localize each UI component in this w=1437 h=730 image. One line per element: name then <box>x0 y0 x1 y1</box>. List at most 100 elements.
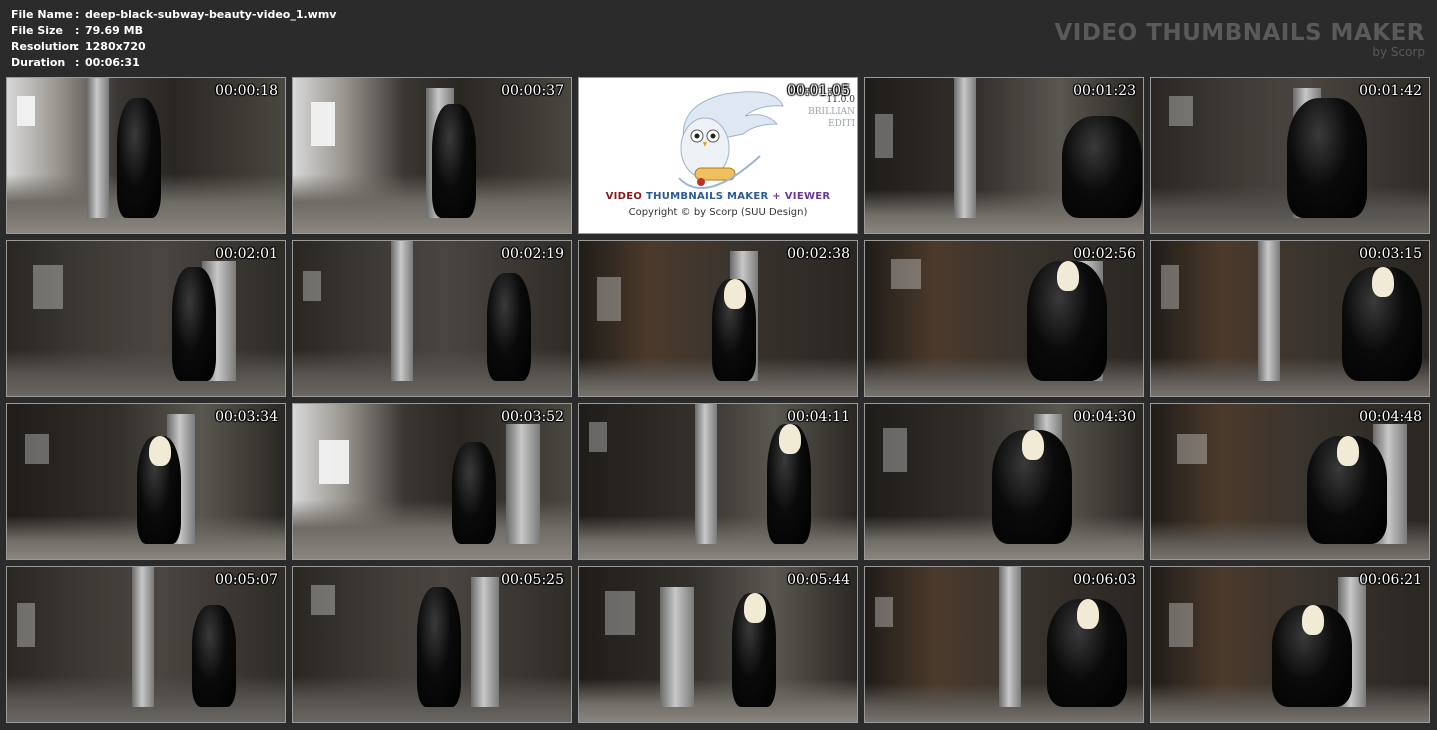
pillar <box>391 241 413 381</box>
hair <box>1077 599 1099 629</box>
thumbnail[interactable]: 00:01:23 <box>864 77 1144 234</box>
file-name-label: File Name <box>11 8 73 21</box>
file-size-label: File Size <box>11 24 63 37</box>
thumbnail[interactable]: 00:02:56 <box>864 240 1144 397</box>
thumbnail-image <box>7 404 285 559</box>
thumbnail-image <box>865 241 1143 396</box>
hair <box>1057 261 1079 291</box>
thumbnail[interactable]: 00:03:34 <box>6 403 286 560</box>
pillar <box>695 404 717 544</box>
thumbnail[interactable]: 00:00:18 <box>6 77 286 234</box>
timestamp: 00:04:11 <box>787 409 850 425</box>
pillar <box>87 78 109 218</box>
timestamp: 00:06:21 <box>1359 572 1422 588</box>
timestamp: 00:00:18 <box>215 83 278 99</box>
logo-title-part2: THUMBNAILS MAKER <box>645 191 769 202</box>
duration-row: Duration : 00:06:31 <box>11 55 336 71</box>
owl-logo-icon <box>678 91 784 190</box>
thumbnail-grid: 00:00:18 00:00:37 VIDEO THUMBNAILS MAKER … <box>6 77 1430 723</box>
brand-title: VIDEO THUMBNAILS MAKER <box>1054 20 1425 46</box>
logo-edition-line1: BRILLIAN <box>808 107 855 117</box>
thumbnail-image <box>1151 241 1429 396</box>
thumbnail[interactable]: 00:05:07 <box>6 566 286 723</box>
sky-patch <box>303 271 321 301</box>
pillar <box>999 567 1021 707</box>
separator: : <box>75 24 80 37</box>
pillar <box>660 587 694 707</box>
resolution-row: Resolution : 1280x720 <box>11 39 336 55</box>
timestamp: 00:06:03 <box>1073 572 1136 588</box>
thumbnail[interactable]: 00:02:19 <box>292 240 572 397</box>
figure <box>487 273 531 381</box>
sky-patch <box>891 259 921 289</box>
sky-patch <box>1161 265 1179 309</box>
thumbnail-image <box>579 404 857 559</box>
sky-patch <box>1177 434 1207 464</box>
thumbnail[interactable]: 00:01:42 <box>1150 77 1430 234</box>
thumbnail-image <box>865 404 1143 559</box>
thumbnail-image <box>579 567 857 722</box>
figure <box>452 442 496 544</box>
thumbnail[interactable]: VIDEO THUMBNAILS MAKER + VIEWER Copyrigh… <box>578 77 858 234</box>
hair <box>149 436 171 466</box>
thumbnail-image <box>579 241 857 396</box>
separator: : <box>75 56 80 69</box>
sky-patch <box>875 597 893 627</box>
timestamp: 00:02:01 <box>215 246 278 262</box>
thumbnail[interactable]: 00:05:25 <box>292 566 572 723</box>
figure <box>1062 116 1142 218</box>
timestamp: 00:01:23 <box>1073 83 1136 99</box>
thumbnail-image <box>293 567 571 722</box>
thumbnail[interactable]: 00:04:48 <box>1150 403 1430 560</box>
file-size-value: 79.69 MB <box>85 24 143 37</box>
sky-patch <box>17 603 35 647</box>
thumbnail-image <box>1151 567 1429 722</box>
timestamp: 00:03:52 <box>501 409 564 425</box>
pillar <box>954 78 976 218</box>
resolution-value: 1280x720 <box>85 40 146 53</box>
thumbnail[interactable]: 00:06:03 <box>864 566 1144 723</box>
logo-edition-line2: EDITI <box>828 119 855 129</box>
file-name-value: deep-black-subway-beauty-video_1.wmv <box>85 8 337 21</box>
figure <box>417 587 461 707</box>
brand-watermark: VIDEO THUMBNAILS MAKER by Scorp <box>1054 20 1425 58</box>
thumbnail[interactable]: 00:03:15 <box>1150 240 1430 397</box>
resolution-label: Resolution <box>11 40 78 53</box>
separator: : <box>75 8 80 21</box>
sky-patch <box>33 265 63 309</box>
thumbnail-image <box>865 78 1143 233</box>
separator: : <box>75 40 80 53</box>
sky-patch <box>597 277 621 321</box>
timestamp: 00:05:07 <box>215 572 278 588</box>
thumbnail-image <box>7 567 285 722</box>
duration-value: 00:06:31 <box>85 56 140 69</box>
timestamp: 00:03:34 <box>215 409 278 425</box>
thumbnail[interactable]: 00:06:21 <box>1150 566 1430 723</box>
thumbnail-image <box>1151 404 1429 559</box>
thumbnail-image <box>1151 78 1429 233</box>
pillar <box>506 424 540 544</box>
thumbnail[interactable]: 00:00:37 <box>292 77 572 234</box>
file-name-row: File Name : deep-black-subway-beauty-vid… <box>11 7 336 23</box>
thumbnail-image <box>293 404 571 559</box>
timestamp: 00:05:25 <box>501 572 564 588</box>
thumbnail[interactable]: 00:05:44 <box>578 566 858 723</box>
thumbnail-image <box>293 241 571 396</box>
logo-edition: 11.0.0 BRILLIAN EDITI <box>808 94 855 130</box>
pillar <box>1258 241 1280 381</box>
file-size-row: File Size : 79.69 MB <box>11 23 336 39</box>
hair <box>1302 605 1324 635</box>
logo-title: VIDEO THUMBNAILS MAKER + VIEWER <box>579 191 857 202</box>
timestamp: 00:02:38 <box>787 246 850 262</box>
thumbnail-image <box>293 78 571 233</box>
sky-patch <box>589 422 607 452</box>
thumbnail[interactable]: 00:02:01 <box>6 240 286 397</box>
figure <box>172 267 216 381</box>
thumbnail[interactable]: 00:02:38 <box>578 240 858 397</box>
pillar <box>471 577 499 707</box>
thumbnail[interactable]: 00:04:11 <box>578 403 858 560</box>
thumbnail[interactable]: 00:03:52 <box>292 403 572 560</box>
sky-patch <box>875 114 893 158</box>
thumbnail[interactable]: 00:04:30 <box>864 403 1144 560</box>
brand-subtitle: by Scorp <box>1372 45 1425 59</box>
